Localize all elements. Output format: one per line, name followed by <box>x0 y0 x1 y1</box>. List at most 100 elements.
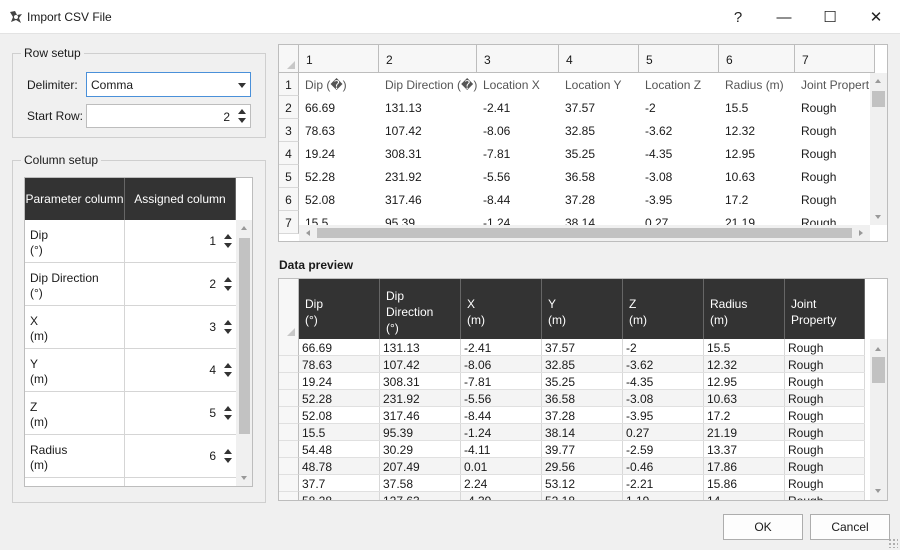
preview-column-header[interactable]: Y (m) <box>542 279 623 339</box>
table-cell[interactable]: Rough <box>795 96 875 119</box>
column-setup-header: Parameter column Assigned column <box>25 178 236 220</box>
stepper-arrows-icon[interactable] <box>224 363 232 378</box>
assigned-column-stepper[interactable]: 3 <box>125 306 236 348</box>
table-cell[interactable]: Location X <box>477 73 559 96</box>
grid-corner[interactable] <box>279 279 299 339</box>
table-cell[interactable]: 131.13 <box>379 96 477 119</box>
raw-row-number[interactable]: 1 <box>279 73 299 96</box>
table-cell[interactable]: -2 <box>639 96 719 119</box>
raw-column-header[interactable]: 1 <box>299 45 379 73</box>
raw-column-header[interactable]: 3 <box>477 45 559 73</box>
stepper-arrows-icon[interactable] <box>224 234 232 249</box>
raw-row-number[interactable]: 2 <box>279 96 299 119</box>
assigned-column-value: 5 <box>209 406 216 420</box>
raw-column-header[interactable]: 6 <box>719 45 795 73</box>
assigned-column-stepper[interactable]: 6 <box>125 435 236 477</box>
table-cell[interactable]: -8.06 <box>477 119 559 142</box>
stepper-arrows-icon[interactable] <box>224 449 232 464</box>
table-cell[interactable]: Location Z <box>639 73 719 96</box>
table-cell[interactable]: -4.35 <box>639 142 719 165</box>
table-cell[interactable]: -8.44 <box>477 188 559 211</box>
table-cell[interactable]: 317.46 <box>379 188 477 211</box>
table-cell[interactable]: -3.08 <box>639 165 719 188</box>
table-cell[interactable]: Dip (�) <box>299 73 379 96</box>
maximize-button[interactable]: ☐ <box>807 0 853 34</box>
stepper-arrows-icon[interactable] <box>224 320 232 335</box>
table-cell[interactable]: 36.58 <box>559 165 639 188</box>
assigned-column-stepper[interactable]: 5 <box>125 392 236 434</box>
raw-column-header[interactable]: 4 <box>559 45 639 73</box>
table-cell[interactable]: 19.24 <box>299 142 379 165</box>
stepper-arrows-icon[interactable] <box>238 109 246 124</box>
cancel-button[interactable]: Cancel <box>810 514 890 540</box>
table-cell[interactable]: -5.56 <box>477 165 559 188</box>
preview-column-header[interactable]: Z (m) <box>623 279 704 339</box>
ok-button[interactable]: OK <box>723 514 803 540</box>
table-cell[interactable]: 52.08 <box>299 188 379 211</box>
resize-grip-icon[interactable] <box>888 538 898 548</box>
table-cell[interactable]: 52.28 <box>299 165 379 188</box>
table-cell[interactable]: Radius (m) <box>719 73 795 96</box>
table-cell[interactable]: 10.63 <box>719 165 795 188</box>
preview-column-header[interactable]: X (m) <box>461 279 542 339</box>
raw-column-header[interactable]: 7 <box>795 45 875 73</box>
table-cell[interactable]: 78.63 <box>299 119 379 142</box>
table-cell[interactable]: 12.32 <box>719 119 795 142</box>
table-cell[interactable]: 107.42 <box>379 119 477 142</box>
table-cell[interactable]: 15.5 <box>719 96 795 119</box>
table-cell[interactable]: 37.28 <box>559 188 639 211</box>
close-button[interactable]: ✕ <box>853 0 899 34</box>
table-cell[interactable]: 231.92 <box>379 165 477 188</box>
preview-header-line: (°) <box>386 321 399 335</box>
table-cell[interactable]: Dip Direction (�) <box>379 73 477 96</box>
scroll-thumb[interactable] <box>872 357 885 383</box>
preview-column-header[interactable]: Dip Direction (°) <box>380 279 461 339</box>
assigned-column-stepper[interactable]: 7 <box>125 478 236 486</box>
table-cell[interactable]: 37.57 <box>559 96 639 119</box>
table-cell[interactable]: Rough <box>795 188 875 211</box>
table-cell: Rough <box>785 356 865 372</box>
assigned-column-stepper[interactable]: 2 <box>125 263 236 305</box>
table-cell[interactable]: -7.81 <box>477 142 559 165</box>
start-row-stepper[interactable]: 2 <box>86 104 251 128</box>
delimiter-select[interactable]: Comma <box>86 72 251 97</box>
raw-row-number[interactable]: 6 <box>279 188 299 211</box>
raw-grid-hscrollbar[interactable] <box>299 225 870 241</box>
raw-column-header[interactable]: 5 <box>639 45 719 73</box>
preview-vscrollbar[interactable] <box>870 339 887 500</box>
table-cell[interactable]: 17.2 <box>719 188 795 211</box>
table-cell[interactable]: 35.25 <box>559 142 639 165</box>
table-cell[interactable]: -3.95 <box>639 188 719 211</box>
table-cell[interactable]: -2.41 <box>477 96 559 119</box>
assigned-column-stepper[interactable]: 1 <box>125 220 236 262</box>
table-cell[interactable]: -3.62 <box>639 119 719 142</box>
table-cell[interactable]: 66.69 <box>299 96 379 119</box>
table-cell[interactable]: 32.85 <box>559 119 639 142</box>
column-setup-scrollbar[interactable] <box>236 220 252 486</box>
help-button[interactable]: ? <box>715 0 761 34</box>
scroll-thumb[interactable] <box>872 91 885 107</box>
table-cell[interactable]: Location Y <box>559 73 639 96</box>
stepper-arrows-icon[interactable] <box>224 406 232 421</box>
minimize-button[interactable]: — <box>761 0 807 34</box>
raw-column-header[interactable]: 2 <box>379 45 477 73</box>
raw-row-number[interactable]: 4 <box>279 142 299 165</box>
stepper-arrows-icon[interactable] <box>224 277 232 292</box>
raw-grid-vscrollbar[interactable] <box>870 73 887 225</box>
preview-column-header[interactable]: Dip (°) <box>299 279 380 339</box>
raw-row-number[interactable]: 5 <box>279 165 299 188</box>
table-cell[interactable]: Rough <box>795 165 875 188</box>
preview-column-header[interactable]: Radius (m) <box>704 279 785 339</box>
table-cell[interactable]: 12.95 <box>719 142 795 165</box>
scroll-thumb[interactable] <box>239 238 250 434</box>
scroll-thumb[interactable] <box>317 228 852 238</box>
grid-corner[interactable] <box>279 45 299 73</box>
table-cell[interactable]: 308.31 <box>379 142 477 165</box>
table-cell[interactable]: Rough <box>795 142 875 165</box>
raw-row-number[interactable]: 3 <box>279 119 299 142</box>
assigned-column-stepper[interactable]: 4 <box>125 349 236 391</box>
table-cell[interactable]: Joint Propert <box>795 73 875 96</box>
raw-row-number[interactable]: 7 <box>279 211 299 234</box>
preview-column-header[interactable]: Joint Property <box>785 279 865 339</box>
table-cell[interactable]: Rough <box>795 119 875 142</box>
